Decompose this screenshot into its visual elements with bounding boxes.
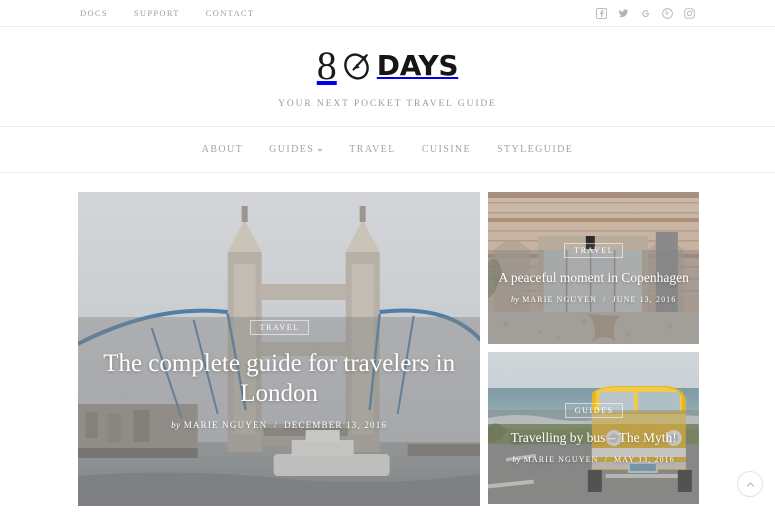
site-tagline: YOUR NEXT POCKET TRAVEL GUIDE [278, 98, 497, 109]
post-meta: by MARIE NGUYEN / DECEMBER 13, 2016 [78, 420, 480, 430]
featured-posts-grid: TRAVEL The complete guide for travelers … [0, 173, 775, 521]
site-logo[interactable]: 8 DAYS [316, 42, 459, 88]
google-plus-icon[interactable] [640, 8, 651, 19]
logo-word: DAYS [376, 48, 459, 82]
post-meta-separator: / [273, 420, 278, 430]
post-meta-separator: / [603, 295, 607, 304]
chevron-up-icon [746, 480, 755, 489]
post-card-content: TRAVEL A peaceful moment in Copenhagen b… [488, 240, 699, 304]
post-date: JUNE 13, 2016 [612, 295, 677, 304]
topnav-item-support[interactable]: SUPPORT [134, 8, 180, 18]
facebook-icon[interactable] [596, 7, 607, 19]
post-category-badge[interactable]: GUIDES [564, 403, 623, 418]
post-author: MARIE NGUYEN [522, 295, 597, 304]
nav-item-styleguide[interactable]: STYLEGUIDE [497, 144, 573, 155]
brand-header: 8 DAYS YOUR NEXT POCKET TRAVEL GUIDE [0, 27, 775, 127]
top-utility-nav: DOCS SUPPORT CONTACT [0, 8, 254, 18]
grid-column-right: TRAVEL A peaceful moment in Copenhagen b… [488, 192, 699, 521]
pinterest-icon[interactable] [662, 7, 673, 19]
nav-label: STYLEGUIDE [497, 144, 574, 155]
topnav-item-docs[interactable]: DOCS [80, 8, 108, 18]
scroll-to-top-button[interactable] [737, 471, 763, 497]
nav-label: ABOUT [201, 144, 244, 155]
post-card-content: TRAVEL The complete guide for travelers … [78, 317, 480, 430]
primary-nav: ABOUT GUIDES TRAVEL CUISINE STYLEGUIDE [0, 127, 775, 173]
post-card-content: GUIDES Travelling by bus – The Myth! by … [488, 400, 699, 464]
grid-column-left: TRAVEL The complete guide for travelers … [78, 192, 481, 521]
post-meta-separator: / [604, 455, 608, 464]
post-author: MARIE NGUYEN [183, 420, 268, 430]
post-card-copenhagen[interactable]: TRAVEL A peaceful moment in Copenhagen b… [488, 192, 699, 344]
post-meta: by MARIE NGUYEN / MAY 13, 2016 [488, 455, 699, 464]
twitter-icon[interactable] [618, 8, 629, 19]
post-title: A peaceful moment in Copenhagen [498, 270, 689, 285]
top-utility-bar: DOCS SUPPORT CONTACT [0, 0, 775, 27]
post-date: DECEMBER 13, 2016 [284, 420, 388, 430]
nav-label: TRAVEL [349, 144, 396, 155]
logo-number: 8 [316, 42, 337, 88]
post-date: MAY 13, 2016 [614, 455, 675, 464]
nav-item-guides[interactable]: GUIDES [269, 144, 324, 155]
post-author: MARIE NGUYEN [523, 455, 599, 464]
post-by-label: by [171, 420, 181, 430]
post-card-london[interactable]: TRAVEL The complete guide for travelers … [78, 192, 481, 506]
post-card-bus[interactable]: GUIDES Travelling by bus – The Myth! by … [488, 352, 699, 504]
post-title: Travelling by bus – The Myth! [510, 430, 677, 445]
post-meta: by MARIE NGUYEN / JUNE 13, 2016 [488, 295, 699, 304]
post-category-badge[interactable]: TRAVEL [564, 243, 624, 258]
nav-item-about[interactable]: ABOUT [202, 144, 243, 155]
nav-item-cuisine[interactable]: CUISINE [422, 144, 471, 155]
post-by-label: by [512, 455, 521, 464]
nav-label: CUISINE [421, 144, 472, 155]
nav-item-travel[interactable]: TRAVEL [349, 144, 396, 155]
chevron-down-icon [317, 149, 324, 152]
instagram-icon[interactable] [684, 7, 695, 19]
post-category-badge[interactable]: TRAVEL [249, 320, 309, 335]
social-links [596, 7, 763, 19]
globe-plane-icon [339, 48, 375, 84]
topnav-item-contact[interactable]: CONTACT [206, 8, 255, 18]
post-by-label: by [510, 295, 520, 304]
post-title: The complete guide for travelers in Lond… [103, 350, 456, 407]
nav-label: GUIDES [269, 144, 315, 155]
